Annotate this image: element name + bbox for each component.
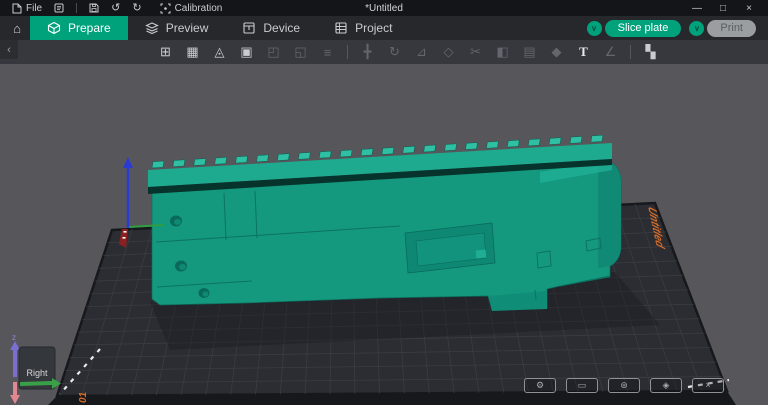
plate-lock-icon[interactable]: ⊛ (608, 378, 640, 393)
undo-button[interactable]: ↺ (105, 0, 126, 16)
nav-cube[interactable]: z Right (0, 333, 61, 404)
notes-button[interactable] (48, 0, 70, 16)
plate-delete-icon[interactable]: × (692, 378, 724, 393)
plate-settings-icon[interactable]: ⚙ (524, 378, 556, 393)
nav-arrow-up-icon[interactable] (10, 341, 20, 350)
nav-arrow-down-icon[interactable] (10, 395, 20, 404)
tab-bar: ⌂ Prepare Preview Device Project (0, 16, 768, 40)
file-icon (12, 3, 22, 14)
home-button[interactable]: ⌂ (4, 16, 30, 40)
notes-icon (54, 3, 64, 13)
maximize-button[interactable]: □ (710, 0, 736, 16)
home-icon: ⌂ (13, 21, 21, 36)
project-icon (334, 21, 348, 35)
tab-preview-label: Preview (166, 21, 209, 35)
tab-device-label: Device (263, 21, 300, 35)
chevron-down-icon: ∨ (591, 24, 597, 33)
slice-dropdown-button[interactable]: ∨ (587, 21, 602, 36)
print-dropdown-button[interactable]: ∨ (689, 21, 704, 36)
scene-canvas: 01 Untitled (0, 40, 768, 405)
file-menu-label: File (26, 3, 42, 14)
save-button[interactable] (83, 0, 105, 16)
slicer-window: File ↺ ↻ Calibration *Untitled — (0, 0, 768, 405)
nav-axis-z-label: z (12, 333, 16, 342)
prepare-cube-icon (47, 21, 61, 35)
plate-toolbar: ⚙ ▭ ⊛ ◈ × (524, 378, 724, 393)
plate-number-label: 01 (78, 391, 89, 403)
chevron-down-icon: ∨ (694, 24, 700, 33)
tab-project-label: Project (355, 21, 392, 35)
plate-arrange-icon[interactable]: ◈ (650, 378, 682, 393)
redo-button[interactable]: ↻ (126, 0, 147, 16)
preview-layers-icon (145, 21, 159, 35)
close-button[interactable]: × (736, 0, 762, 16)
print-button[interactable]: Print (707, 20, 756, 37)
menu-bar: File ↺ ↻ Calibration *Untitled — (0, 0, 768, 16)
menu-separator (76, 3, 77, 13)
plate-name-icon[interactable]: ▭ (566, 378, 598, 393)
tab-project[interactable]: Project (317, 16, 409, 40)
minimize-button[interactable]: — (684, 0, 710, 16)
tab-preview[interactable]: Preview (128, 16, 226, 40)
file-menu[interactable]: File (6, 0, 48, 16)
tab-prepare[interactable]: Prepare (30, 16, 128, 40)
viewport-3d[interactable]: ‹ ⊞▦◬▣◰◱≡╋↻⊿◇✂◧▤◆T∠▚ 01 Untitled (0, 40, 768, 405)
slice-plate-button[interactable]: Slice plate (605, 20, 682, 37)
redo-icon: ↻ (132, 3, 141, 14)
undo-icon: ↺ (111, 3, 120, 14)
calibration-icon (160, 3, 171, 14)
tab-device[interactable]: Device (225, 16, 317, 40)
save-icon (89, 3, 99, 13)
calibration-button[interactable]: Calibration (154, 0, 229, 16)
device-icon (242, 21, 256, 35)
nav-cube-label: Right (26, 368, 48, 378)
model-upper-receiver[interactable] (148, 135, 621, 311)
tab-prepare-label: Prepare (68, 21, 111, 35)
calibration-label: Calibration (175, 3, 223, 14)
